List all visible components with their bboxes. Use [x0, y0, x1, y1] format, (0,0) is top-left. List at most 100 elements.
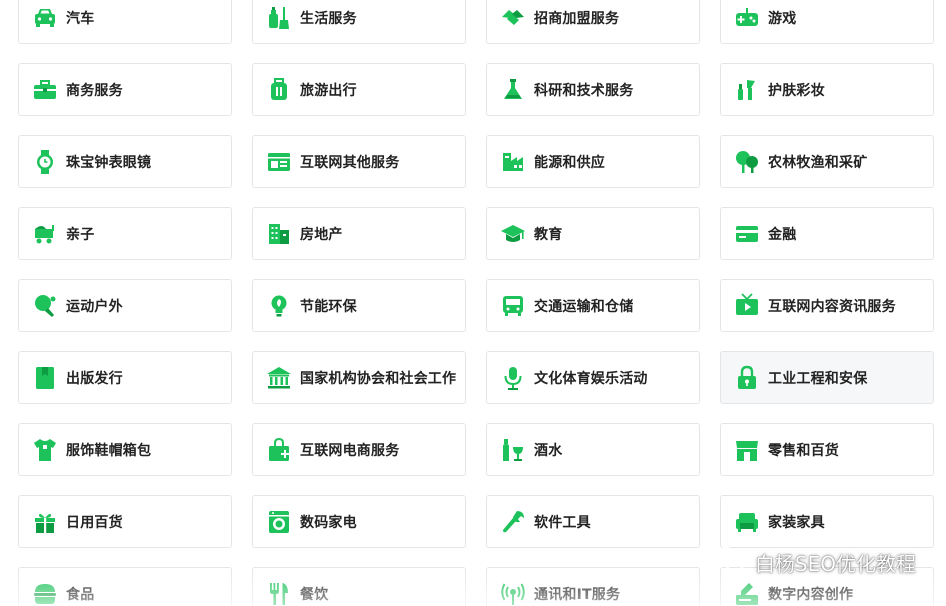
- category-label: 科研和技术服务: [534, 82, 634, 99]
- category-card[interactable]: 国家机构协会和社会工作: [252, 351, 466, 404]
- bus-icon: [500, 293, 526, 319]
- category-label: 酒水: [534, 442, 563, 459]
- category-label: 家装家具: [768, 514, 825, 531]
- category-card[interactable]: 护肤彩妆: [720, 63, 934, 116]
- category-label: 互联网内容资讯服务: [768, 298, 896, 315]
- category-card[interactable]: 运动户外: [18, 279, 232, 332]
- category-card[interactable]: 交通运输和仓储: [486, 279, 700, 332]
- car-icon: [32, 5, 58, 31]
- category-label: 互联网其他服务: [300, 154, 400, 171]
- category-label: 国家机构协会和社会工作: [300, 370, 457, 387]
- washing-machine-icon: [266, 509, 292, 535]
- category-card[interactable]: 招商加盟服务: [486, 0, 700, 44]
- category-label: 农林牧渔和采矿: [768, 154, 868, 171]
- briefcase-icon: [32, 77, 58, 103]
- category-card[interactable]: 工业工程和安保: [720, 351, 934, 404]
- category-card[interactable]: 互联网电商服务: [252, 423, 466, 476]
- category-label: 金融: [768, 226, 797, 243]
- category-card[interactable]: 亲子: [18, 207, 232, 260]
- category-card[interactable]: 商务服务: [18, 63, 232, 116]
- graduation-cap-icon: [500, 221, 526, 247]
- wrench-icon: [500, 509, 526, 535]
- eco-bulb-icon: [266, 293, 292, 319]
- category-label: 生活服务: [300, 10, 357, 27]
- category-card[interactable]: 汽车: [18, 0, 232, 44]
- category-label: 护肤彩妆: [768, 82, 825, 99]
- category-label: 能源和供应: [534, 154, 605, 171]
- category-label: 节能环保: [300, 298, 357, 315]
- pen-screen-icon: [734, 581, 760, 606]
- category-label: 餐饮: [300, 586, 329, 603]
- category-card[interactable]: 零售和百货: [720, 423, 934, 476]
- category-card[interactable]: 珠宝钟表眼镜: [18, 135, 232, 188]
- ping-pong-icon: [32, 293, 58, 319]
- lock-icon: [734, 365, 760, 391]
- browser-window-icon: [266, 149, 292, 175]
- category-card[interactable]: 日用百货: [18, 495, 232, 548]
- category-card[interactable]: 软件工具: [486, 495, 700, 548]
- store-icon: [734, 437, 760, 463]
- category-label: 日用百货: [66, 514, 123, 531]
- tv-icon: [734, 293, 760, 319]
- burger-icon: [32, 581, 58, 606]
- category-card[interactable]: 生活服务: [252, 0, 466, 44]
- watermark: 白杨SEO优化教程: [713, 545, 916, 580]
- category-card[interactable]: 能源和供应: [486, 135, 700, 188]
- shirt-icon: [32, 437, 58, 463]
- category-label: 教育: [534, 226, 563, 243]
- category-card[interactable]: 文化体育娱乐活动: [486, 351, 700, 404]
- category-label: 零售和百货: [768, 442, 839, 459]
- category-card[interactable]: 教育: [486, 207, 700, 260]
- category-label: 数码家电: [300, 514, 357, 531]
- cleaning-supplies-icon: [266, 5, 292, 31]
- signal-tower-icon: [500, 581, 526, 606]
- wechat-logo-icon: [713, 545, 747, 580]
- category-card[interactable]: 食品: [18, 567, 232, 606]
- category-card[interactable]: 酒水: [486, 423, 700, 476]
- category-label: 招商加盟服务: [534, 10, 620, 27]
- category-label: 汽车: [66, 10, 95, 27]
- category-label: 亲子: [66, 226, 95, 243]
- category-card[interactable]: 餐饮: [252, 567, 466, 606]
- handshake-icon: [500, 5, 526, 31]
- category-card[interactable]: 科研和技术服务: [486, 63, 700, 116]
- watch-icon: [32, 149, 58, 175]
- category-card[interactable]: 农林牧渔和采矿: [720, 135, 934, 188]
- category-card[interactable]: 数码家电: [252, 495, 466, 548]
- category-label: 珠宝钟表眼镜: [66, 154, 152, 171]
- category-label: 游戏: [768, 10, 797, 27]
- category-label: 互联网电商服务: [300, 442, 400, 459]
- category-card[interactable]: 游戏: [720, 0, 934, 44]
- category-card[interactable]: 出版发行: [18, 351, 232, 404]
- category-label: 食品: [66, 586, 95, 603]
- watermark-text: 白杨SEO优化教程: [754, 552, 916, 576]
- utensils-icon: [266, 581, 292, 606]
- category-label: 旅游出行: [300, 82, 357, 99]
- category-label: 房地产: [300, 226, 343, 243]
- category-label: 运动户外: [66, 298, 123, 315]
- microphone-icon: [500, 365, 526, 391]
- flask-icon: [500, 77, 526, 103]
- category-card[interactable]: 房地产: [252, 207, 466, 260]
- category-label: 服饰鞋帽箱包: [66, 442, 152, 459]
- book-icon: [32, 365, 58, 391]
- category-card[interactable]: 金融: [720, 207, 934, 260]
- category-card[interactable]: 互联网其他服务: [252, 135, 466, 188]
- category-card[interactable]: 互联网内容资讯服务: [720, 279, 934, 332]
- category-card[interactable]: 节能环保: [252, 279, 466, 332]
- category-card[interactable]: 家装家具: [720, 495, 934, 548]
- category-label: 出版发行: [66, 370, 123, 387]
- category-label: 软件工具: [534, 514, 591, 531]
- category-card[interactable]: 服饰鞋帽箱包: [18, 423, 232, 476]
- category-card[interactable]: 旅游出行: [252, 63, 466, 116]
- baby-stroller-icon: [32, 221, 58, 247]
- category-grid-page: 汽车 生活服务 招商加盟服务 游戏 商务服务 旅游出行 科研和技术服务 护肤彩妆 珠宝钟表眼镜互…: [0, 0, 946, 606]
- wine-icon: [500, 437, 526, 463]
- credit-card-icon: [734, 221, 760, 247]
- building-icon: [266, 221, 292, 247]
- category-label: 文化体育娱乐活动: [534, 370, 648, 387]
- cosmetics-icon: [734, 77, 760, 103]
- category-label: 商务服务: [66, 82, 123, 99]
- category-card[interactable]: 通讯和IT服务: [486, 567, 700, 606]
- shopping-bag-icon: [266, 437, 292, 463]
